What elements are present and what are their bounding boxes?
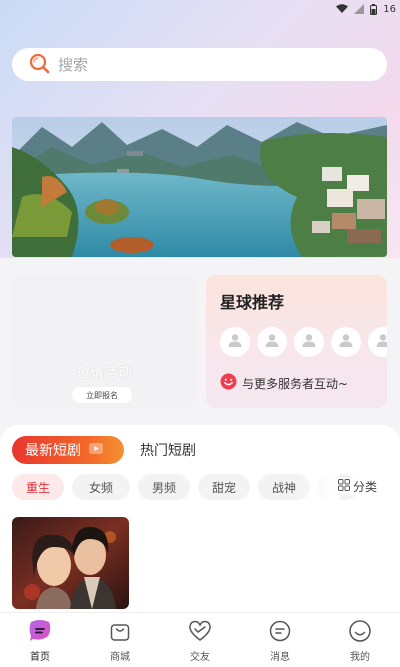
genre-chip[interactable]: 女频 — [72, 474, 130, 500]
user-placeholder-icon — [301, 332, 317, 352]
message-icon — [268, 619, 292, 646]
signup-button[interactable]: 立即报名 — [72, 387, 132, 403]
nav-item[interactable]: 我的 — [320, 613, 400, 663]
nav-item[interactable]: 首页 — [0, 613, 80, 663]
genre-chip[interactable]: 男频 — [138, 474, 190, 500]
avatar[interactable] — [368, 327, 387, 357]
status-bar: 16 — [0, 0, 400, 18]
battery-level-text: 16 — [383, 3, 396, 15]
avatar[interactable] — [331, 327, 361, 357]
banner-image[interactable] — [12, 117, 387, 257]
tv-play-icon — [89, 442, 103, 458]
nav-item-label: 交友 — [190, 652, 210, 663]
genre-chip[interactable]: 重生 — [12, 474, 64, 500]
user-placeholder-icon — [227, 332, 243, 352]
signal-icon — [354, 4, 365, 14]
wifi-icon — [336, 4, 349, 14]
search-icon — [28, 52, 50, 78]
search-bar[interactable] — [12, 48, 387, 81]
heart-icon — [187, 619, 213, 646]
user-placeholder-icon — [375, 332, 387, 352]
search-input[interactable] — [58, 55, 358, 74]
user-placeholder-icon — [338, 332, 354, 352]
planet-recommend-card[interactable]: 星球推荐 与更多服务者互动~ — [206, 275, 387, 408]
bottom-nav: 首页 商城 交友 消息 我的 — [0, 612, 400, 667]
user-placeholder-icon — [264, 332, 280, 352]
avatar[interactable] — [294, 327, 324, 357]
nav-item-label: 商城 — [110, 652, 130, 663]
home-chat-icon — [27, 619, 53, 646]
chip-fade-overlay — [300, 474, 340, 500]
profile-smile-icon — [348, 619, 372, 646]
grid-icon — [338, 479, 350, 494]
interact-prompt[interactable]: 与更多服务者互动~ — [220, 373, 348, 393]
nav-item[interactable]: 交友 — [160, 613, 240, 663]
nav-item-label: 消息 — [270, 652, 290, 663]
promo-card[interactable]: 邀请活动 立即报名 — [12, 275, 197, 408]
shop-bag-icon — [108, 619, 132, 646]
category-button[interactable]: 分类 — [338, 478, 378, 495]
smile-icon — [220, 373, 237, 393]
genre-chip[interactable]: 甜宠 — [198, 474, 250, 500]
nav-item-label: 首页 — [30, 652, 50, 663]
tab-latest-drama[interactable]: 最新短剧 — [12, 436, 124, 464]
avatar[interactable] — [220, 327, 250, 357]
category-label: 分类 — [353, 480, 378, 494]
avatar[interactable] — [257, 327, 287, 357]
tab-latest-label: 最新短剧 — [25, 443, 81, 459]
nav-item[interactable]: 商城 — [80, 613, 160, 663]
nav-item[interactable]: 消息 — [240, 613, 320, 663]
nav-item-label: 我的 — [350, 652, 370, 663]
avatar-list — [220, 327, 387, 357]
interact-prompt-text: 与更多服务者互动~ — [242, 376, 349, 391]
planet-recommend-title: 星球推荐 — [220, 293, 285, 312]
drama-poster[interactable] — [12, 517, 129, 609]
promo-title: 邀请活动 — [76, 366, 133, 381]
battery-icon — [370, 3, 378, 15]
tab-hot-drama[interactable]: 热门短剧 — [140, 440, 196, 460]
